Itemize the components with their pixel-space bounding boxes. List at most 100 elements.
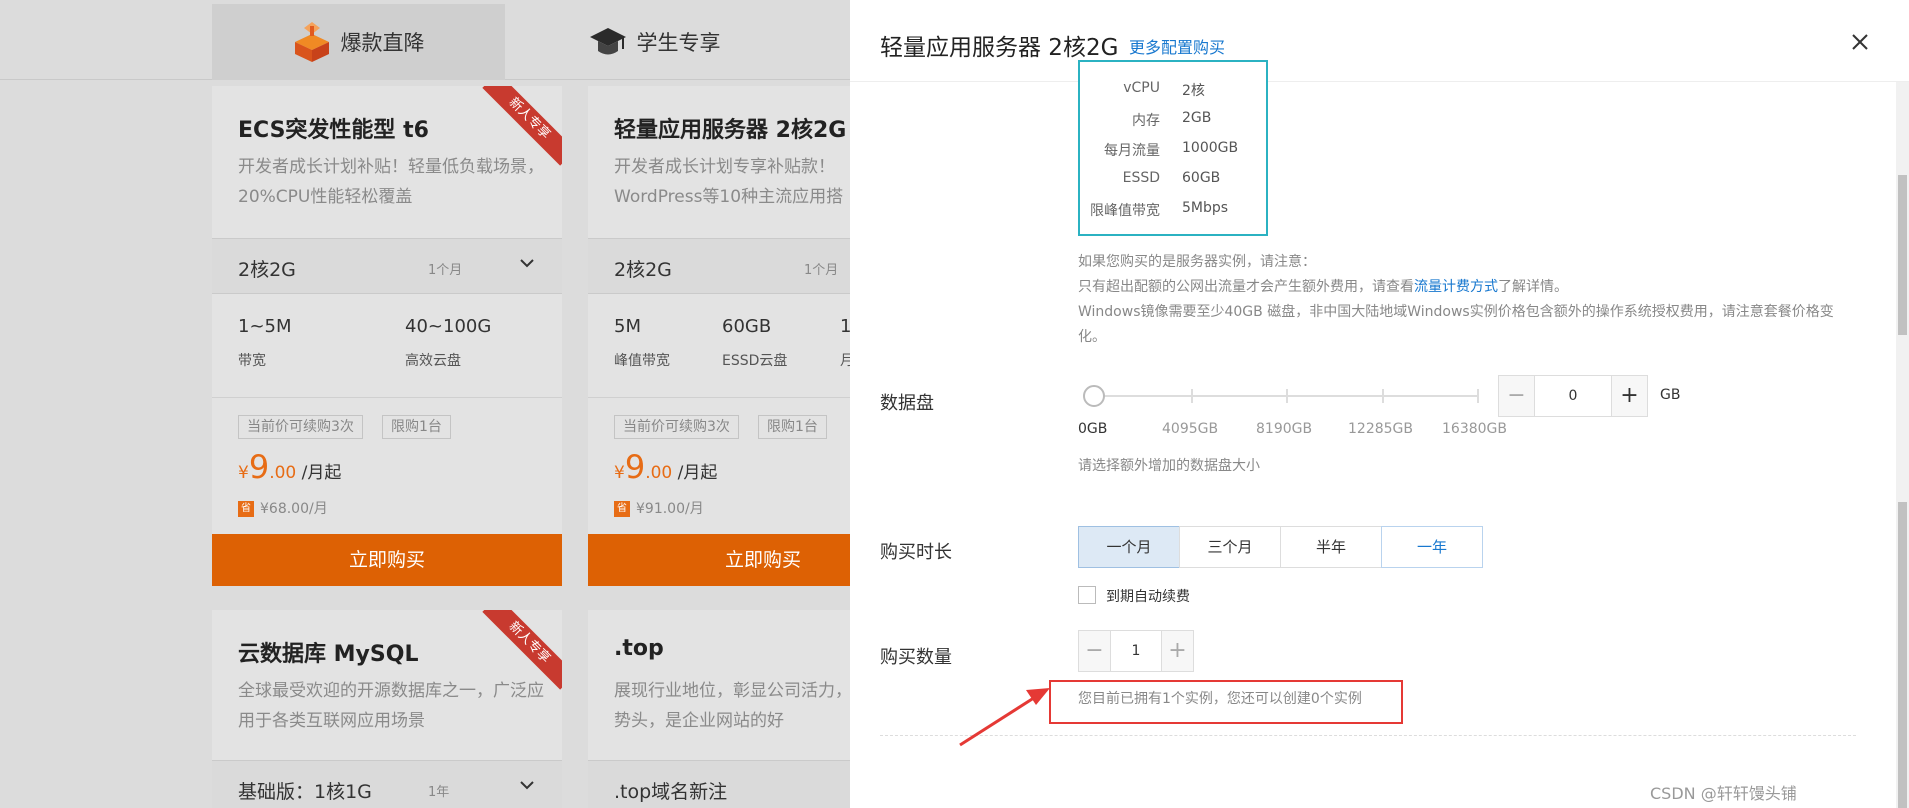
card-title: 轻量应用服务器 2核2G <box>614 118 847 143</box>
slider-mark: 0GB <box>1078 421 1108 437</box>
disk-unit: GB <box>1660 387 1681 403</box>
notice-text: 只有超出配额的公网出流量才会产生额外费用，请查看 <box>1078 279 1414 295</box>
save-badge: 省 <box>238 501 254 517</box>
quantity-stepper: − 1 + <box>1078 630 1194 672</box>
auto-renew-checkbox[interactable] <box>1078 586 1096 604</box>
spec-label: 每月流量 <box>1104 143 1160 159</box>
minus-button[interactable]: − <box>1499 376 1535 416</box>
price-unit: /月起 <box>677 463 718 483</box>
slider-mark: 8190GB <box>1256 421 1313 437</box>
divider <box>880 735 1856 736</box>
spec-selector[interactable]: 2核2G 1个月 <box>212 238 562 294</box>
spec-main: 2核2G <box>614 259 672 281</box>
slider-tick <box>1191 389 1193 403</box>
product-card-mysql: 新人专享 云数据库 MySQL 全球最受欢迎的开源数据库之一，广泛应用于各类互联… <box>212 610 562 808</box>
scrollbar-thumb[interactable] <box>1898 175 1907 335</box>
attr-value: 60GB <box>722 316 772 337</box>
spec-label: 内存 <box>1132 113 1160 129</box>
disk-size-stepper: − 0 + <box>1498 375 1648 417</box>
spec-value: 2GB <box>1182 110 1212 126</box>
card-desc: 全球最受欢迎的开源数据库之一，广泛应用于各类互联网应用场景 <box>238 681 544 731</box>
price: ¥9.00 /月起 <box>614 448 717 486</box>
gift-box-icon <box>294 22 329 62</box>
tab-label: 爆款直降 <box>340 31 425 55</box>
price: ¥9.00 /月起 <box>238 448 341 486</box>
tab-students[interactable]: 学生专享 <box>508 4 801 80</box>
quantity-input[interactable]: 1 <box>1111 631 1161 671</box>
traffic-billing-link[interactable]: 流量计费方式 <box>1414 279 1498 295</box>
price-symbol: ¥ <box>238 463 249 483</box>
duration-option-half-year[interactable]: 半年 <box>1280 526 1382 568</box>
purchase-drawer: 轻量应用服务器 2核2G 更多配置购买 vCPU 2核 内存 2GB 每月流量 100… <box>850 0 1909 808</box>
purchase-notice: 如果您购买的是服务器实例，请注意： 只有超出配额的公网出流量才会产生额外费用，请… <box>1078 250 1858 350</box>
spec-label: 限峰值带宽 <box>1090 203 1160 219</box>
price-int: 9 <box>248 448 270 486</box>
duration-option-3-months[interactable]: 三个月 <box>1179 526 1281 568</box>
chevron-down-icon <box>520 781 534 790</box>
divider <box>212 397 562 398</box>
tag: 当前价可续购3次 <box>238 415 363 439</box>
disk-size-input[interactable]: 0 <box>1535 376 1611 416</box>
notice-text: 了解详情。 <box>1498 279 1568 295</box>
original-price: 省 ¥91.00/月 <box>614 498 704 518</box>
orig-price: ¥91.00/月 <box>636 501 704 517</box>
card-desc: 开发者成长计划补贴！轻量低负载场景，20%CPU性能轻松覆盖 <box>238 157 544 207</box>
save-badge: 省 <box>614 501 630 517</box>
orig-price: ¥68.00/月 <box>260 501 328 517</box>
price-symbol: ¥ <box>614 463 625 483</box>
slider-tick <box>1477 389 1479 403</box>
quantity-label: 购买数量 <box>880 647 952 668</box>
spec-period: 1个月 <box>428 263 463 278</box>
disk-slider-handle[interactable] <box>1083 385 1105 407</box>
notice-line: 如果您购买的是服务器实例，请注意： <box>1078 254 1316 270</box>
slider-tick <box>1286 389 1288 403</box>
spec-row: ESSD 60GB <box>1080 170 1266 194</box>
data-disk-label: 数据盘 <box>880 393 934 414</box>
watermark: CSDN @轩轩馒头铺 <box>1650 784 1797 803</box>
disk-hint: 请选择额外增加的数据盘大小 <box>1078 458 1260 474</box>
spec-value: 2核 <box>1182 83 1205 99</box>
card-title: ECS突发性能型 t6 <box>238 118 429 143</box>
card-title: 云数据库 MySQL <box>238 642 419 667</box>
slider-mark: 16380GB <box>1442 421 1507 437</box>
price-dec: .00 <box>645 463 673 483</box>
minus-button[interactable]: − <box>1079 631 1111 671</box>
tab-hot-deals[interactable]: 爆款直降 <box>212 4 505 80</box>
close-icon[interactable] <box>1850 32 1870 52</box>
drawer-scrollbar[interactable] <box>1896 82 1909 808</box>
slider-tick <box>1382 389 1384 403</box>
slider-mark: 12285GB <box>1348 421 1413 437</box>
package-spec-box: vCPU 2核 内存 2GB 每月流量 1000GB ESSD 60GB 限峰值带宽 5M… <box>1078 60 1268 236</box>
original-price: 省 ¥68.00/月 <box>238 498 328 518</box>
attr-label: ESSD云盘 <box>722 353 788 369</box>
notice-line: 只有超出配额的公网出流量才会产生额外费用，请查看流量计费方式了解详情。 <box>1078 275 1858 300</box>
tag: 限购1台 <box>758 415 827 439</box>
drawer-header: 轻量应用服务器 2核2G 更多配置购买 <box>850 0 1909 82</box>
spec-main: .top域名新注 <box>614 781 728 803</box>
plus-button[interactable]: + <box>1611 376 1647 416</box>
spec-row: 每月流量 1000GB <box>1080 140 1266 164</box>
chevron-down-icon <box>520 259 534 268</box>
scrollbar-thumb[interactable] <box>1898 502 1907 808</box>
duration-option-1-year[interactable]: 一年 <box>1381 526 1483 568</box>
duration-label: 购买时长 <box>880 542 952 563</box>
attr-label: 峰值带宽 <box>614 353 670 369</box>
spec-row: 内存 2GB <box>1080 110 1266 134</box>
product-card-ecs-t6: 新人专享 ECS突发性能型 t6 开发者成长计划补贴！轻量低负载场景，20%CP… <box>212 86 562 586</box>
attr-value: 1~5M <box>238 316 292 337</box>
duration-option-1-month[interactable]: 一个月 <box>1078 526 1180 568</box>
drawer-title: 轻量应用服务器 2核2G <box>880 35 1119 61</box>
spec-period: 1年 <box>428 785 450 800</box>
auto-renew-label: 到期自动续费 <box>1106 589 1190 605</box>
spec-label: vCPU <box>1123 80 1160 96</box>
plus-button[interactable]: + <box>1161 631 1193 671</box>
attr-label: 高效云盘 <box>405 353 461 369</box>
tab-label: 学生专享 <box>636 31 721 55</box>
attr-label: 带宽 <box>238 353 266 369</box>
spec-row: vCPU 2核 <box>1080 80 1266 104</box>
more-config-link[interactable]: 更多配置购买 <box>1129 34 1225 58</box>
price-unit: /月起 <box>301 463 342 483</box>
spec-main: 2核2G <box>238 259 296 281</box>
buy-now-button[interactable]: 立即购买 <box>212 534 562 586</box>
spec-selector[interactable]: 基础版：1核1G 1年 <box>212 760 562 808</box>
